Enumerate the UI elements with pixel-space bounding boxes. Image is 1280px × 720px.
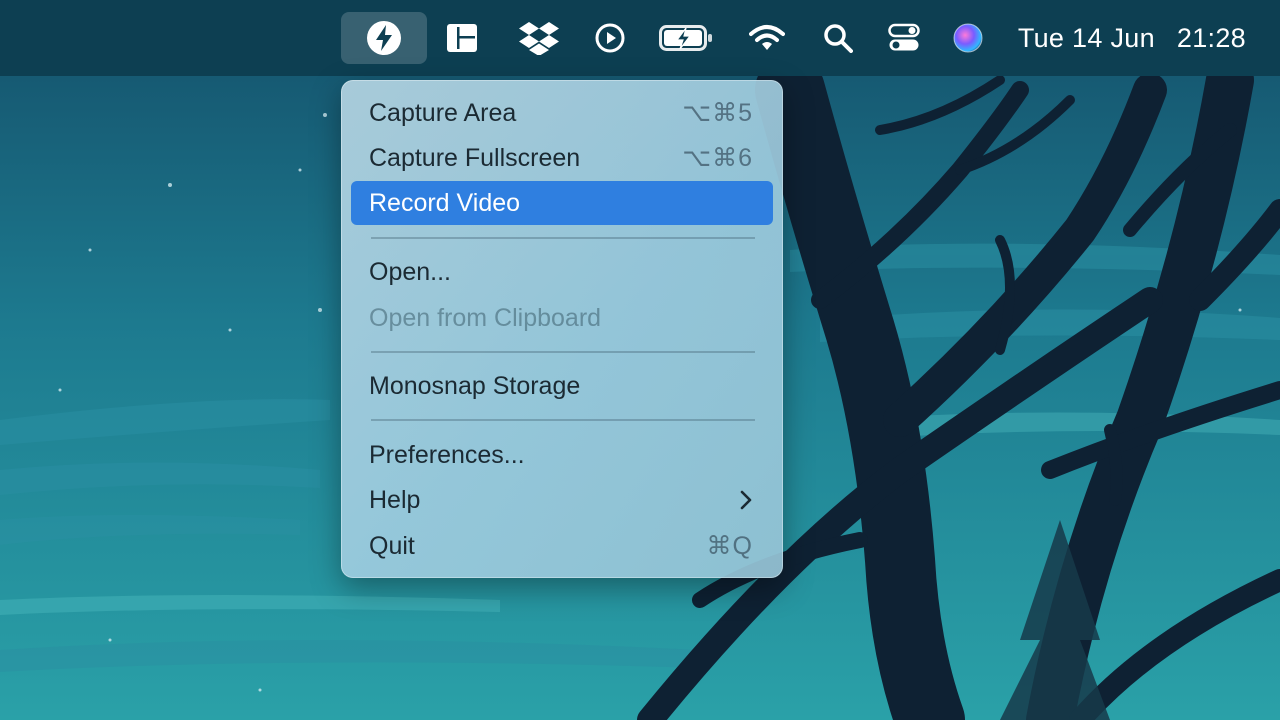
menu-item-shortcut: ⌥⌘6 [682, 144, 753, 172]
menu-item-preferences[interactable]: Preferences... [351, 433, 773, 477]
window-layout-menu-extra[interactable] [430, 12, 494, 64]
window-layout-icon [447, 24, 477, 52]
control-center-menu-extra[interactable] [872, 12, 936, 64]
menu-item-open-from-clipboard: Open from Clipboard [351, 296, 773, 340]
menu-item-shortcut: ⌘Q [706, 532, 753, 560]
monosnap-dropdown-menu: Capture Area ⌥⌘5 Capture Fullscreen ⌥⌘6 … [341, 80, 783, 578]
menu-item-capture-fullscreen[interactable]: Capture Fullscreen ⌥⌘6 [351, 136, 773, 180]
menu-bar: Tue 14 Jun 21:28 [0, 0, 1280, 76]
menubar-clock[interactable]: Tue 14 Jun 21:28 [1018, 20, 1246, 56]
menu-item-capture-area[interactable]: Capture Area ⌥⌘5 [351, 91, 773, 135]
clock-date: Tue 14 Jun [1017, 22, 1155, 53]
menu-item-label: Open... [369, 257, 451, 286]
monosnap-menu-extra[interactable] [341, 12, 427, 64]
siri-icon [953, 23, 983, 53]
menu-item-label: Capture Area [369, 98, 517, 127]
menu-item-help[interactable]: Help [351, 478, 773, 522]
menu-item-label: Monosnap Storage [369, 371, 581, 400]
menu-separator [371, 237, 755, 239]
play-menu-extra[interactable] [578, 12, 642, 64]
menu-separator [371, 419, 755, 421]
play-circle-icon [595, 23, 625, 53]
control-center-icon [888, 23, 920, 51]
wifi-status[interactable] [735, 12, 799, 64]
battery-charging-icon [659, 25, 712, 51]
wifi-icon [749, 25, 785, 50]
siri-menu-extra[interactable] [936, 12, 1000, 64]
menu-item-label: Open from Clipboard [369, 303, 602, 332]
monosnap-bolt-icon [367, 21, 401, 55]
dropbox-menu-extra[interactable] [507, 12, 571, 64]
clock-time: 21:28 [1176, 22, 1246, 53]
search-icon [824, 24, 853, 53]
chevron-right-icon [740, 490, 752, 510]
menu-item-shortcut: ⌥⌘5 [682, 99, 753, 127]
menu-item-label: Preferences... [369, 440, 525, 469]
dropbox-icon [519, 22, 559, 55]
menu-item-open[interactable]: Open... [351, 250, 773, 294]
menu-separator [371, 351, 755, 353]
menu-item-label: Quit [369, 531, 415, 560]
menu-item-quit[interactable]: Quit ⌘Q [351, 524, 773, 568]
menu-item-record-video[interactable]: Record Video [351, 181, 773, 225]
menu-item-monosnap-storage[interactable]: Monosnap Storage [351, 364, 773, 408]
menu-item-label: Help [369, 485, 421, 514]
battery-status[interactable] [654, 12, 718, 64]
spotlight-menu-extra[interactable] [806, 12, 870, 64]
menu-item-label: Capture Fullscreen [369, 143, 581, 172]
menu-item-label: Record Video [369, 188, 521, 217]
